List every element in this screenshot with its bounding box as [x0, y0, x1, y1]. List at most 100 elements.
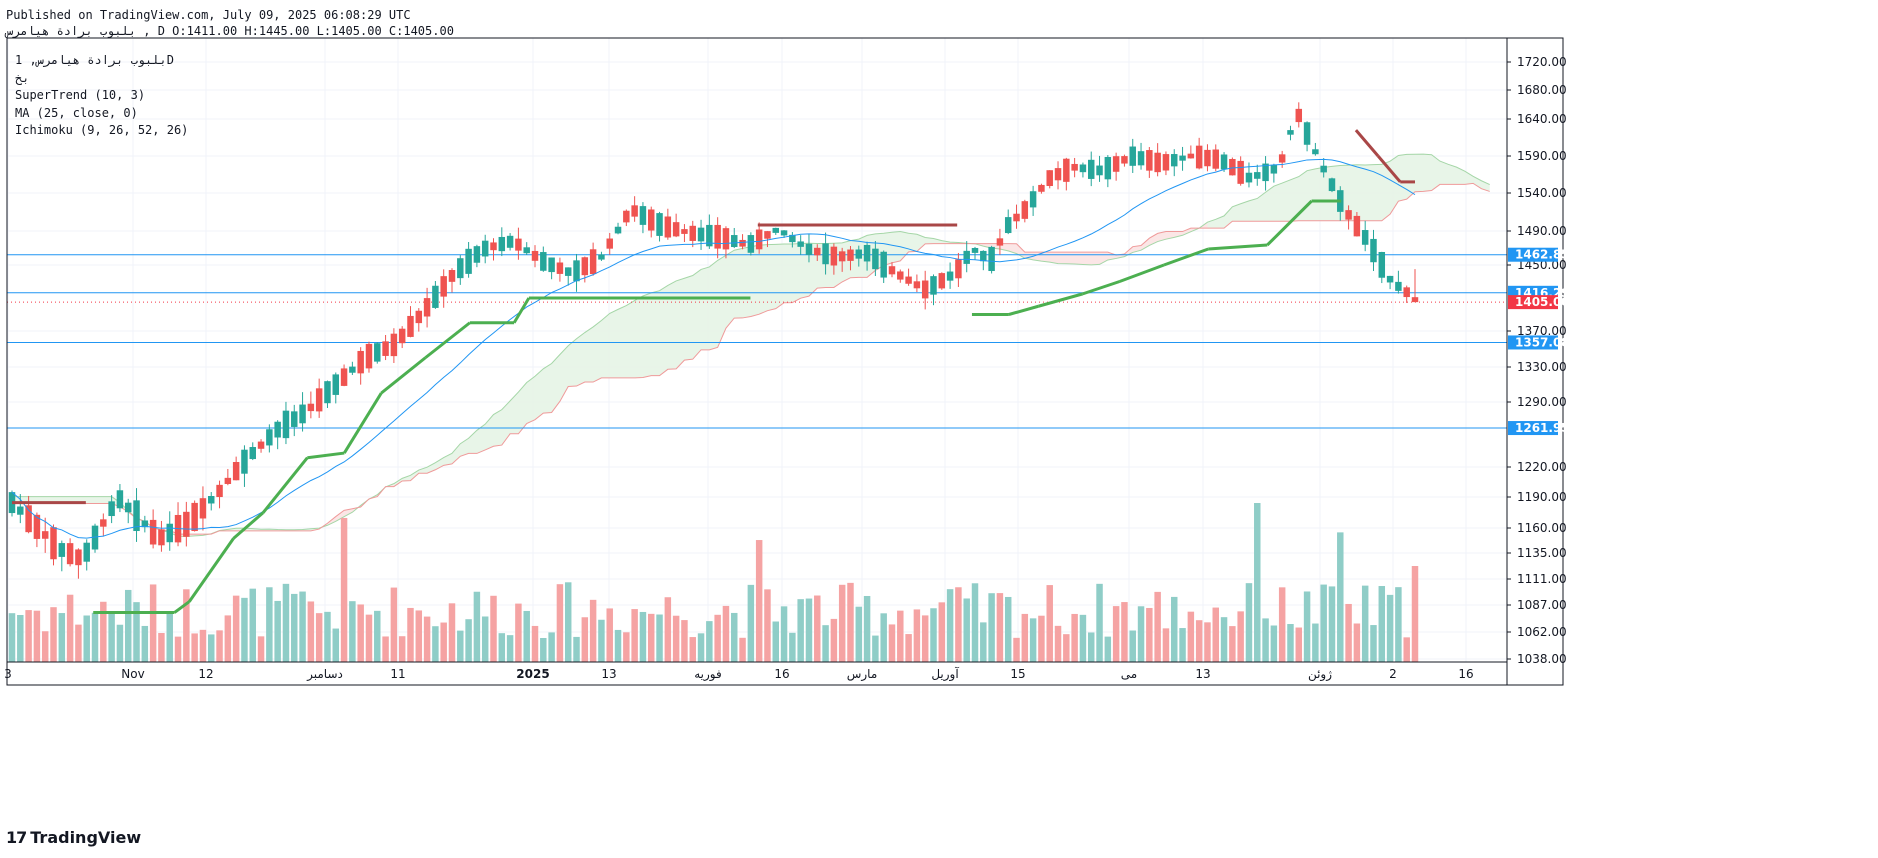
candle-body: [797, 241, 804, 247]
time-tick-label: 13: [601, 667, 616, 681]
volume-bar: [1063, 634, 1070, 662]
volume-bar: [780, 606, 788, 662]
volume-bar: [174, 636, 182, 662]
supertrend-line: [1119, 263, 1165, 283]
candle-body: [50, 527, 57, 560]
time-tick-label: 13: [1195, 667, 1210, 681]
candle-body: [1154, 152, 1161, 173]
volume-bar: [1179, 628, 1186, 662]
price-tick-label: 1190.00: [1517, 490, 1567, 504]
volume-bar: [1328, 586, 1336, 662]
candle-body: [465, 248, 472, 274]
volume-bar: [1087, 632, 1095, 662]
candle-body: [17, 506, 24, 515]
volume-bar: [1278, 587, 1286, 662]
supertrend-line: [232, 511, 265, 540]
candle-body: [1212, 149, 1219, 169]
legend-supertrend[interactable]: SuperTrend (10, 3): [15, 87, 188, 105]
volume-bar: [1195, 620, 1203, 662]
candle-body: [639, 206, 647, 225]
volume-bar: [980, 622, 987, 662]
legend-ma[interactable]: MA (25, close, 0): [15, 105, 188, 123]
volume-bar: [1038, 615, 1045, 662]
candle-body: [722, 228, 730, 250]
volume-bar: [1403, 637, 1410, 662]
volume-bar: [564, 582, 572, 662]
volume-bar: [805, 598, 813, 662]
candle-body: [506, 235, 514, 248]
volume-bar: [1154, 591, 1161, 662]
volume-bar: [971, 583, 979, 662]
candle-body: [523, 247, 530, 254]
legend-ichimoku[interactable]: Ichimoku (9, 26, 52, 26): [15, 122, 188, 140]
volume-bar: [606, 608, 613, 662]
candle-body: [1162, 154, 1170, 171]
time-tick-label: 11: [390, 667, 405, 681]
volume-bar: [905, 634, 912, 662]
price-tick-label: 1590.00: [1517, 149, 1567, 163]
volume-bar: [374, 610, 381, 662]
time-tick-label: 16: [774, 667, 789, 681]
volume-bar: [116, 624, 124, 662]
volume-bar: [1411, 566, 1419, 662]
legend-symbol[interactable]: بلبوب برادة هيامرس, 1D: [15, 52, 188, 70]
candle-body: [498, 236, 506, 252]
candle-body: [1121, 156, 1128, 164]
volume-bar: [33, 610, 41, 662]
time-tick-label: آوريل: [931, 666, 959, 682]
candle-body: [440, 276, 447, 297]
volume-bar: [83, 615, 90, 662]
candle-body: [515, 238, 522, 251]
candle-body: [697, 227, 705, 242]
volume-bar: [1187, 611, 1195, 662]
volume-bar: [614, 629, 622, 662]
candle-body: [216, 484, 223, 498]
volume-bar: [855, 606, 863, 662]
volume-bar: [481, 616, 489, 662]
candle-body: [1220, 154, 1228, 170]
candle-body: [739, 239, 746, 247]
candle-body: [872, 248, 879, 270]
candle-body: [1278, 154, 1286, 163]
time-tick-label: 2: [1389, 667, 1397, 681]
volume-bar: [50, 607, 57, 662]
volume-bar: [1013, 637, 1020, 662]
candle-body: [1013, 213, 1020, 222]
chart-area[interactable]: 1720.00 1680.00 1640.00 1590.00 1540.00 1490.…: [0, 0, 1878, 858]
volume-bar: [332, 628, 340, 662]
price-tick-label: 1087.00: [1517, 598, 1567, 612]
volume-bar: [1295, 627, 1303, 662]
candle-body: [249, 447, 256, 460]
candle-body: [623, 210, 630, 223]
candle-body: [266, 429, 273, 446]
candle-body: [149, 519, 157, 545]
candle-body: [747, 235, 755, 253]
volume-bar: [714, 614, 721, 662]
volume-bar: [1303, 591, 1311, 662]
candle-body: [307, 403, 315, 412]
candle-body: [764, 231, 771, 239]
volume-bar: [681, 620, 688, 662]
supertrend-line: [424, 321, 471, 359]
price-tick-label: 1720.00: [1517, 55, 1567, 69]
volume-bar: [548, 632, 555, 662]
volume-bar: [382, 636, 389, 662]
volume-bar: [888, 624, 896, 662]
volume-bar: [1262, 618, 1269, 662]
candle-body: [324, 381, 331, 404]
candle-body: [108, 501, 115, 517]
volume-bar: [423, 616, 431, 662]
candle-body: [938, 273, 946, 289]
time-tick-label: فوريه: [694, 667, 722, 682]
supertrend-line: [261, 456, 309, 514]
tradingview-logo[interactable]: 17 TradingView: [6, 828, 141, 847]
volume-bar: [257, 636, 265, 662]
candle-body: [473, 246, 481, 263]
time-axis: 3 Nov 12 دسامبر 11 2025 13 فوريه 16 مارس آوريل 15 مى…: [4, 666, 1473, 682]
volume-bar: [340, 517, 348, 662]
candle-body: [1312, 149, 1319, 155]
candle-body: [75, 549, 82, 566]
volume-bar: [199, 629, 207, 662]
candle-body: [274, 421, 281, 438]
volume-bar: [830, 618, 838, 662]
